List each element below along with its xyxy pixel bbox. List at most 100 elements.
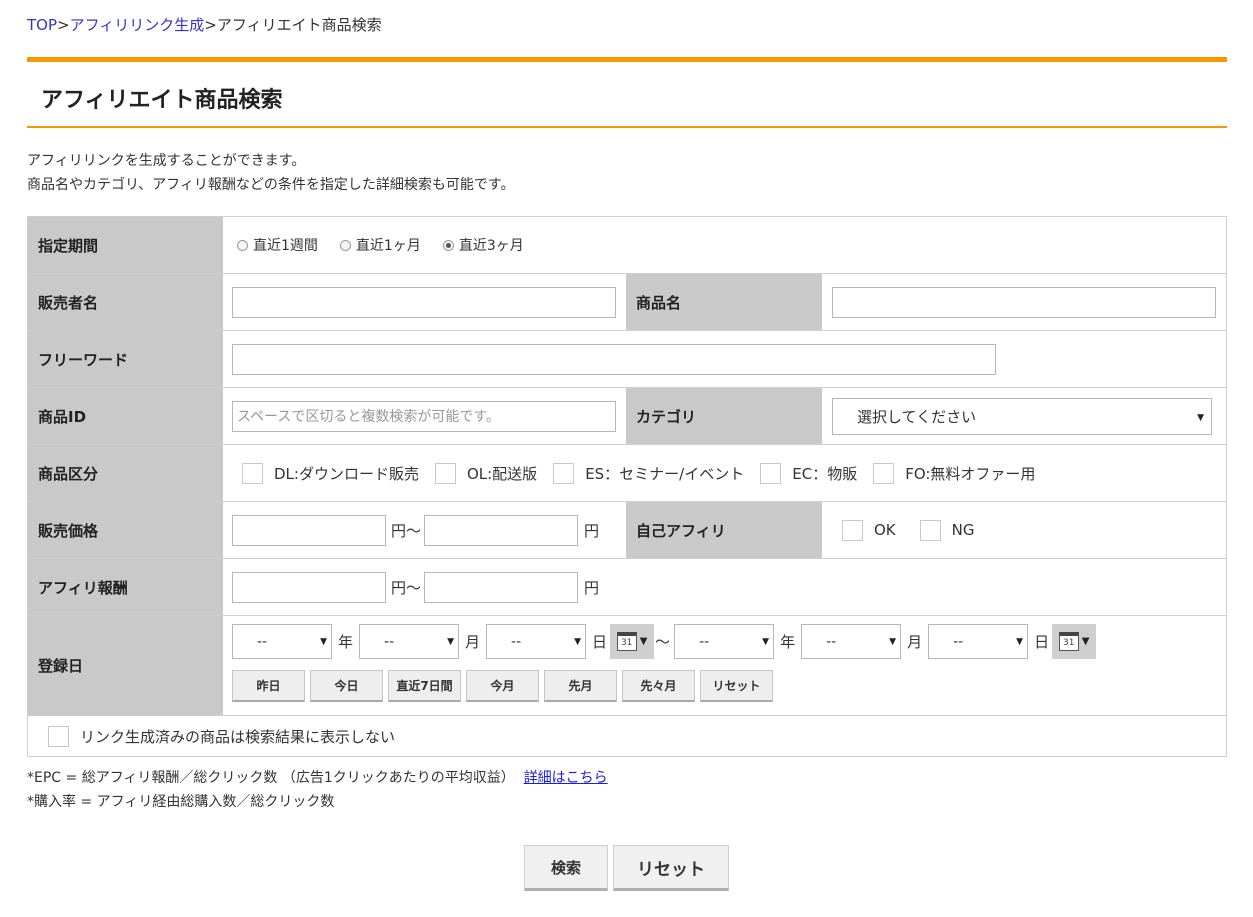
checkbox-label: EC：物販 xyxy=(792,464,858,483)
radio-dot-selected xyxy=(442,239,454,251)
year-unit: 年 xyxy=(338,633,354,651)
caret-down-icon: ▼ xyxy=(639,636,648,647)
chevron-down-icon: ▼ xyxy=(1197,412,1204,423)
checkbox-ec[interactable]: EC：物販 xyxy=(760,462,858,484)
checkbox-fo[interactable]: FO:無料オファー用 xyxy=(873,462,1035,484)
row-product-id: 商品ID スペースで区切ると複数検索が可能です。 カテゴリ 選択してください ▼ xyxy=(28,388,1226,445)
from-calendar-button[interactable]: 31 ▼ xyxy=(610,624,655,659)
category-select[interactable]: 選択してください ▼ xyxy=(832,397,1212,435)
radio-1month[interactable]: 直近1ヶ月 xyxy=(339,235,421,255)
from-day-select[interactable]: -- ▼ xyxy=(486,624,587,659)
checkbox-box xyxy=(873,462,895,484)
from-month-select[interactable]: -- ▼ xyxy=(359,624,460,659)
seller-input[interactable] xyxy=(232,286,616,318)
chevron-down-icon: ▼ xyxy=(447,637,455,647)
checkbox-dl[interactable]: DL:ダウンロード販売 xyxy=(242,462,419,484)
row-product-type: 商品区分 DL:ダウンロード販売 OL:配送版 ES：セミナー/イベント EC：… xyxy=(28,445,1226,502)
page-title-box: アフィリエイト商品検索 xyxy=(27,57,1227,128)
checkbox-self-ng[interactable]: NG xyxy=(919,519,975,541)
day-unit: 日 xyxy=(1034,633,1050,651)
freeword-input[interactable] xyxy=(232,343,996,375)
radio-label: 直近1ヶ月 xyxy=(355,238,421,254)
row-freeword: フリーワード xyxy=(28,331,1226,388)
row-price: 販売価格 円〜 円 自己アフィリ OK NG xyxy=(28,502,1226,559)
select-value: -- xyxy=(511,633,522,650)
radio-label: 直近3ヶ月 xyxy=(458,238,524,254)
chevron-down-icon: ▼ xyxy=(320,637,327,647)
date-last-month-button[interactable]: 先月 xyxy=(544,670,617,702)
row-registration-date: 登録日 -- ▼ 年 -- ▼ 月 -- ▼ 日 31 ▼ 〜 -- ▼ 年 -- ▼ 月 … xyxy=(28,616,1226,716)
to-day-select[interactable]: -- ▼ xyxy=(928,624,1029,659)
breadcrumb-separator: > xyxy=(204,16,217,34)
epc-detail-link[interactable]: 詳細はこちら xyxy=(524,770,608,786)
checkbox-ol[interactable]: OL:配送版 xyxy=(434,462,538,484)
reward-label: アフィリ報酬 xyxy=(28,559,223,615)
reward-unit: 円 xyxy=(584,578,600,597)
checkbox-label: OL:配送版 xyxy=(466,464,538,483)
checkbox-box xyxy=(553,462,575,484)
select-value: -- xyxy=(384,633,395,650)
price-unit: 円 xyxy=(584,521,600,540)
select-value: -- xyxy=(257,633,268,650)
reward-max-input[interactable] xyxy=(424,571,579,603)
reset-button[interactable]: リセット xyxy=(613,845,729,891)
reg-date-label: 登録日 xyxy=(28,616,223,715)
radio-3month[interactable]: 直近3ヶ月 xyxy=(442,235,524,255)
select-value: -- xyxy=(953,633,964,650)
period-label: 指定期間 xyxy=(28,217,223,273)
date-yesterday-button[interactable]: 昨日 xyxy=(232,670,305,702)
product-name-input[interactable] xyxy=(832,286,1216,318)
description-line-1: アフィリリンクを生成することができます。 xyxy=(27,153,306,169)
search-button[interactable]: 検索 xyxy=(524,845,608,891)
reward-min-input[interactable] xyxy=(232,571,386,603)
price-min-input[interactable] xyxy=(232,514,386,546)
checkbox-box xyxy=(919,519,941,541)
checkbox-hide-generated[interactable]: リンク生成済みの商品は検索結果に表示しない xyxy=(48,725,396,747)
radio-dot xyxy=(339,239,351,251)
checkbox-label: OK xyxy=(874,521,896,539)
radio-dot xyxy=(237,239,248,251)
page-title: アフィリエイト商品検索 xyxy=(41,88,283,113)
radio-label: 直近1週間 xyxy=(253,238,318,254)
row-hide-generated: リンク生成済みの商品は検索結果に表示しない xyxy=(28,716,1226,757)
chevron-down-icon: ▼ xyxy=(574,637,582,647)
radio-1week[interactable]: 直近1週間 xyxy=(237,235,318,255)
date-last7days-button[interactable]: 直近7日間 xyxy=(388,670,461,702)
product-name-label: 商品名 xyxy=(626,274,822,330)
checkbox-label: NG xyxy=(951,521,975,539)
to-calendar-button[interactable]: 31 ▼ xyxy=(1052,624,1097,659)
date-two-months-ago-button[interactable]: 先々月 xyxy=(622,670,695,702)
day-unit: 日 xyxy=(592,633,608,651)
to-year-select[interactable]: -- ▼ xyxy=(674,624,775,659)
breadcrumb-affiliate-link[interactable]: アフィリリンク生成 xyxy=(70,16,205,34)
date-reset-button[interactable]: リセット xyxy=(700,670,773,702)
checkbox-es[interactable]: ES：セミナー/イベント xyxy=(553,462,745,484)
select-value: -- xyxy=(699,633,710,650)
chevron-down-icon: ▼ xyxy=(889,637,897,647)
product-id-input[interactable]: スペースで区切ると複数検索が可能です。 xyxy=(232,400,616,432)
to-month-select[interactable]: -- ▼ xyxy=(801,624,902,659)
search-form: 指定期間 直近1週間 直近1ヶ月 直近3ヶ月 販売者名 商品名 フリーワード 商… xyxy=(27,216,1227,757)
price-max-input[interactable] xyxy=(424,514,579,546)
checkbox-self-ok[interactable]: OK xyxy=(842,519,896,541)
breadcrumb-separator: > xyxy=(57,16,70,34)
chevron-down-icon: ▼ xyxy=(762,637,770,647)
breadcrumb-top-link[interactable]: TOP xyxy=(27,16,57,34)
checkbox-label: リンク生成済みの商品は検索結果に表示しない xyxy=(80,727,396,746)
category-label: カテゴリ xyxy=(626,388,822,444)
date-today-button[interactable]: 今日 xyxy=(310,670,383,702)
epc-note: *EPC = 総アフィリ報酬／総クリック数 （広告1クリックあたりの平均収益） … xyxy=(27,766,608,790)
year-unit: 年 xyxy=(780,633,796,651)
page-description: アフィリリンクを生成することができます。 商品名やカテゴリ、アフィリ報酬などの条… xyxy=(27,149,514,197)
purchase-rate-note: *購入率 = アフィリ経由総購入数／総クリック数 xyxy=(27,794,335,810)
checkbox-box xyxy=(434,462,456,484)
row-period: 指定期間 直近1週間 直近1ヶ月 直近3ヶ月 xyxy=(28,217,1226,274)
notes: *EPC = 総アフィリ報酬／総クリック数 （広告1クリックあたりの平均収益） … xyxy=(27,766,608,814)
month-unit: 月 xyxy=(465,633,481,651)
date-this-month-button[interactable]: 今月 xyxy=(466,670,539,702)
calendar-icon: 31 xyxy=(1058,632,1079,651)
chevron-down-icon: ▼ xyxy=(1016,637,1024,647)
from-year-select[interactable]: -- ▼ xyxy=(232,624,332,659)
checkbox-label: ES：セミナー/イベント xyxy=(585,464,745,483)
breadcrumb-current: アフィリエイト商品検索 xyxy=(216,16,382,34)
